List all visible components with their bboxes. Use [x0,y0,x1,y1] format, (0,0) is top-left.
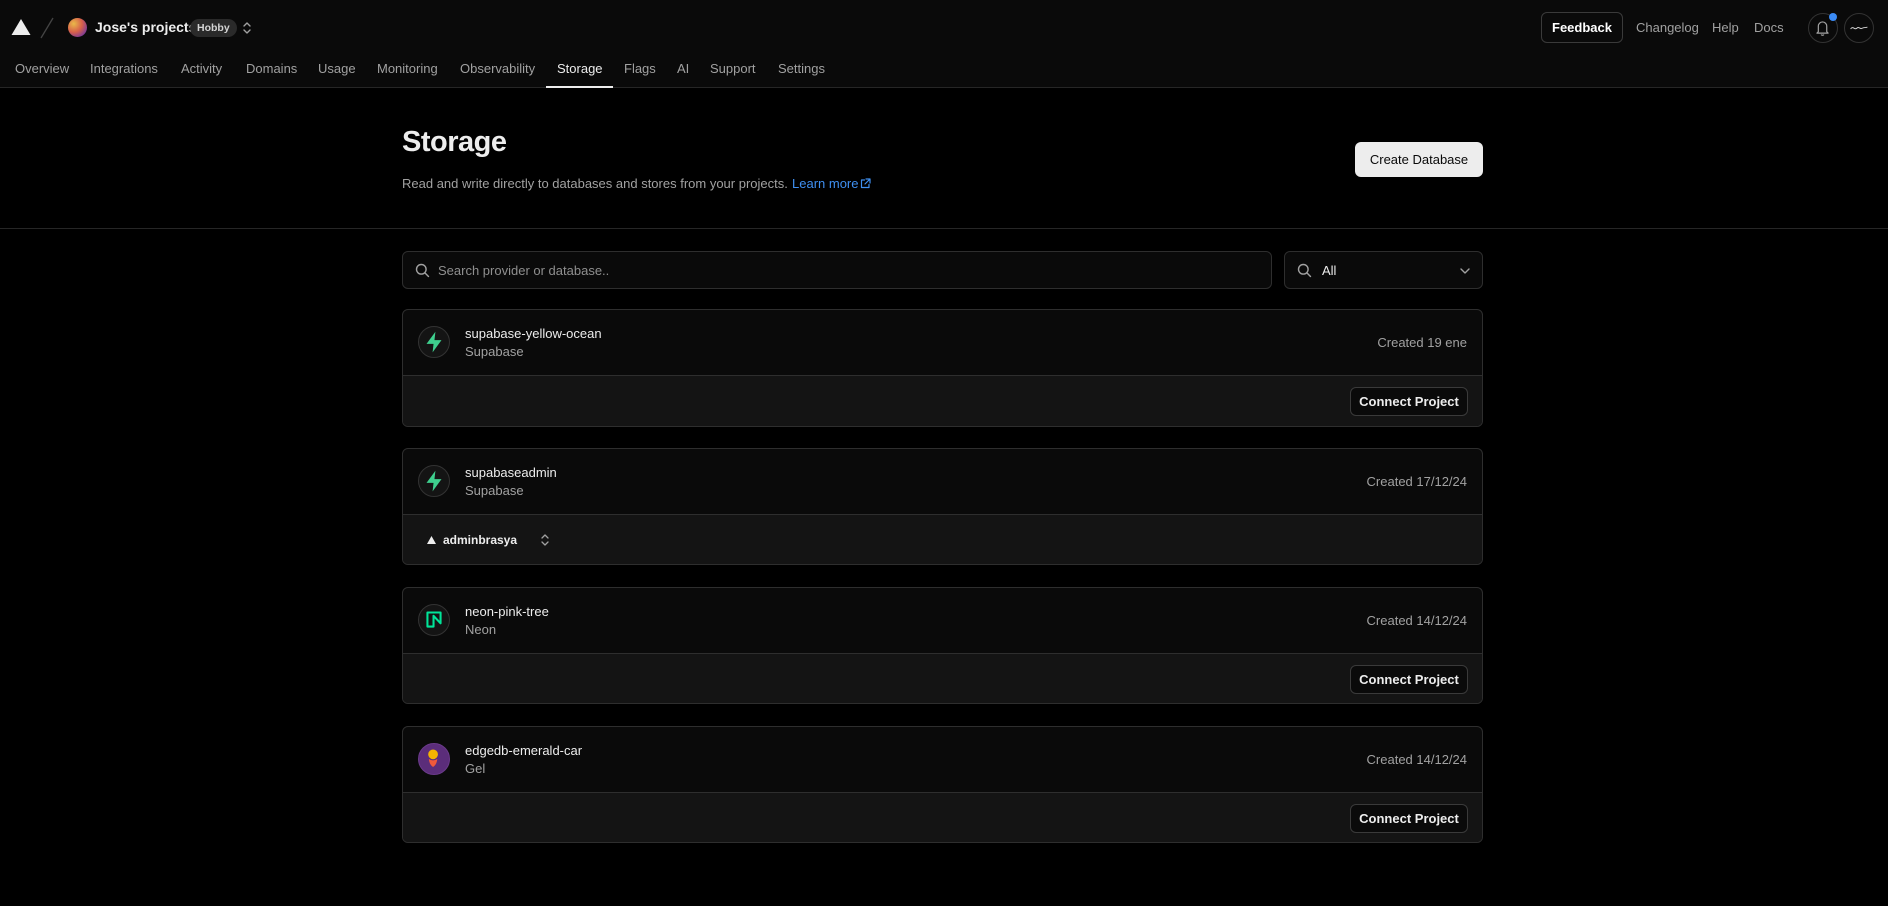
database-card: supabaseadmin Supabase Created 17/12/24 … [402,448,1483,565]
project-switcher-icon[interactable] [539,532,551,548]
created-date: Created 14/12/24 [1366,613,1467,628]
created-date: Created 19 ene [1377,335,1467,350]
docs-link[interactable]: Docs [1754,20,1784,35]
database-name[interactable]: supabase-yellow-ocean [465,326,602,341]
database-card: supabase-yellow-ocean Supabase Created 1… [402,309,1483,427]
vercel-logo-icon[interactable] [11,18,31,36]
neon-icon [418,604,450,636]
active-tab-indicator [546,86,613,88]
database-provider: Supabase [465,483,524,498]
database-card-footer: Connect Project [403,376,1482,426]
linked-project-name[interactable]: adminbrasya [443,533,517,547]
page-title: Storage [402,126,507,158]
tab-storage[interactable]: Storage [557,61,603,76]
supabase-icon [418,326,450,358]
supabase-icon [418,465,450,497]
external-link-icon[interactable] [860,178,871,189]
connect-project-button[interactable]: Connect Project [1350,387,1468,416]
help-link[interactable]: Help [1712,20,1739,35]
database-card-footer: Connect Project [403,654,1482,703]
database-provider: Supabase [465,344,524,359]
database-card-header[interactable]: supabase-yellow-ocean Supabase Created 1… [403,310,1482,376]
created-date: Created 17/12/24 [1366,474,1467,489]
database-provider: Neon [465,622,497,637]
tab-observability[interactable]: Observability [460,61,535,76]
database-provider: Gel [465,761,486,776]
search-input[interactable] [438,253,1258,287]
tab-usage[interactable]: Usage [318,61,356,76]
feedback-button[interactable]: Feedback [1541,12,1623,43]
header-row: Jose's projects Hobby Feedback Changelog… [0,0,1888,56]
tab-overview[interactable]: Overview [15,61,69,76]
create-database-button[interactable]: Create Database [1355,142,1483,177]
project-nav-tabs: Overview Integrations Activity Domains U… [0,56,900,88]
changelog-link[interactable]: Changelog [1636,20,1699,35]
project-switcher-icon[interactable] [240,19,254,37]
project-avatar[interactable] [68,18,87,37]
search-icon [1297,263,1312,278]
created-date: Created 14/12/24 [1366,752,1467,767]
tab-monitoring[interactable]: Monitoring [377,61,438,76]
page-header [0,89,1888,229]
top-bar: Jose's projects Hobby Feedback Changelog… [0,0,1888,88]
tab-integrations[interactable]: Integrations [90,61,158,76]
search-box [402,251,1272,289]
project-name[interactable]: Jose's projects [95,19,196,35]
database-name[interactable]: supabaseadmin [465,465,557,480]
database-name[interactable]: edgedb-emerald-car [465,743,582,758]
signature-avatar-icon [1850,26,1868,30]
search-icon [415,263,430,278]
plan-badge: Hobby [190,19,237,37]
tab-flags[interactable]: Flags [624,61,656,76]
database-card: edgedb-emerald-car Gel Created 14/12/24 … [402,726,1483,843]
tab-support[interactable]: Support [710,61,756,76]
database-card-header[interactable]: neon-pink-tree Neon Created 14/12/24 [403,588,1482,654]
filter-value: All [1322,263,1337,278]
page-subtitle: Read and write directly to databases and… [402,176,788,191]
tab-domains[interactable]: Domains [246,61,297,76]
database-card: neon-pink-tree Neon Created 14/12/24 Con… [402,587,1483,704]
provider-filter-select[interactable]: All [1284,251,1483,289]
database-card-footer: adminbrasya [403,515,1482,564]
database-card-footer: Connect Project [403,793,1482,842]
notification-dot [1829,13,1837,21]
breadcrumb-separator [40,17,54,39]
gel-icon [418,743,450,775]
connect-project-button[interactable]: Connect Project [1350,665,1468,694]
database-card-header[interactable]: supabaseadmin Supabase Created 17/12/24 [403,449,1482,515]
connect-project-button[interactable]: Connect Project [1350,804,1468,833]
database-name[interactable]: neon-pink-tree [465,604,549,619]
tab-settings[interactable]: Settings [778,61,825,76]
user-avatar[interactable] [1844,13,1874,43]
learn-more-link[interactable]: Learn more [792,176,858,191]
vercel-triangle-icon [427,536,436,544]
chevron-down-icon [1460,268,1470,274]
tab-activity[interactable]: Activity [181,61,222,76]
database-card-header[interactable]: edgedb-emerald-car Gel Created 14/12/24 [403,727,1482,793]
tab-ai[interactable]: AI [677,61,689,76]
